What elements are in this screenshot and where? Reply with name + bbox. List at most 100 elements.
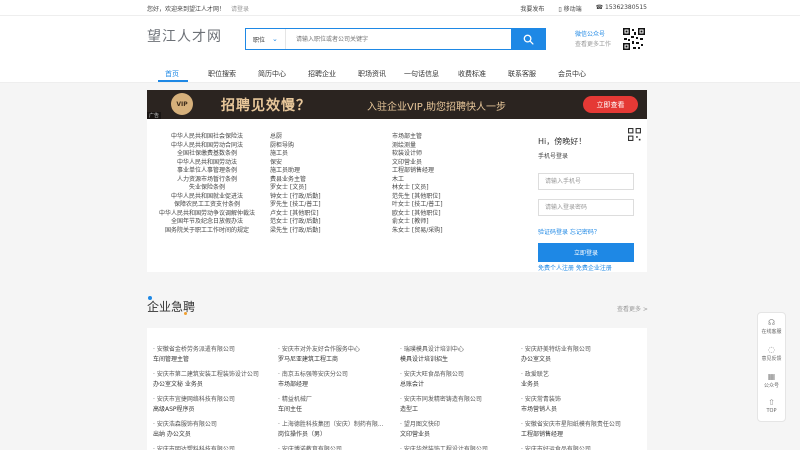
login-button[interactable]: 立即登录	[538, 243, 634, 262]
nav-companies[interactable]: 招聘企业	[308, 69, 336, 79]
nav-resume-center[interactable]: 简历中心	[258, 69, 286, 79]
job-card[interactable]: · 安庆市明达塑料科技有限公司	[153, 445, 235, 450]
official-account-button[interactable]: ▦ 公众号	[758, 372, 785, 389]
job-position[interactable]: 出纳 办公文员	[153, 430, 217, 440]
login-link[interactable]: 请登录	[231, 6, 249, 13]
job-link[interactable]: 钟女士 [行政/后勤]	[270, 193, 390, 202]
job-position[interactable]: 罗马尼亚建筑工程工商	[278, 355, 360, 365]
search-input[interactable]	[286, 29, 511, 49]
nav-job-search[interactable]: 职位搜索	[208, 69, 236, 79]
job-company[interactable]: · 安徽省金桥劳务派遣有限公司	[153, 345, 235, 355]
job-company[interactable]: · 南京五标强等安庆分公司	[278, 370, 348, 380]
job-link[interactable]: 范先生 [其他职位]	[392, 193, 512, 202]
job-link[interactable]: 厨柜导购	[270, 142, 390, 151]
job-company[interactable]: · 安庆常青装饰	[521, 395, 561, 405]
law-link[interactable]: 事业单位人事管理条例	[147, 167, 267, 176]
job-company[interactable]: · 望月图文快印	[400, 420, 440, 430]
job-company[interactable]: · 安庆舒美特纺业有限公司	[521, 345, 591, 355]
job-card[interactable]: · 安庆常青装饰 市场营销人员	[521, 395, 561, 415]
job-card[interactable]: · 安庆华然装饰工程设计有限公司	[400, 445, 488, 450]
job-link[interactable]: 费县业务主管	[270, 176, 390, 185]
site-logo[interactable]: 望江人才网	[147, 26, 222, 46]
job-link[interactable]: 罗女士 [文员]	[270, 184, 390, 193]
job-link[interactable]: 保安	[270, 159, 390, 168]
job-card[interactable]: · 安庆大旺食品有限公司 总账会计	[400, 370, 464, 390]
job-company[interactable]: · 上海德胜科技集团（安庆）制药有限...	[278, 420, 384, 430]
job-company[interactable]: · 政爱联艺	[521, 370, 549, 380]
job-link[interactable]: 测绘测量	[392, 142, 512, 151]
job-position[interactable]: 业务员	[521, 380, 549, 390]
law-link[interactable]: 中华人民共和国劳动法	[147, 159, 267, 168]
job-card[interactable]: · 精益机械厂 车间主任	[278, 395, 312, 415]
job-company[interactable]: · 瑞璞模具设计培训中心	[400, 345, 464, 355]
search-button[interactable]	[511, 29, 545, 49]
job-company[interactable]: · 精益机械厂	[278, 395, 312, 405]
job-link[interactable]: 木工	[392, 176, 512, 185]
job-position[interactable]: 市场营销人员	[521, 405, 561, 415]
job-company[interactable]: · 安庆市明达塑料科技有限公司	[153, 445, 235, 450]
job-card[interactable]: · 安徽省金桥劳务派遣有限公司 车间管理主管	[153, 345, 235, 365]
law-link[interactable]: 中华人民共和国劳动争议调解仲裁法	[147, 210, 267, 219]
job-card[interactable]: · 望月图文快印 文印营业员	[400, 420, 440, 440]
job-card[interactable]: · 安庆市对外友好合作服务中心 罗马尼亚建筑工程工商	[278, 345, 360, 365]
job-position[interactable]: 办公室文秘 业务员	[153, 380, 259, 390]
job-card[interactable]: · 政爱联艺 业务员	[521, 370, 549, 390]
law-link[interactable]: 失业保险条例	[147, 184, 267, 193]
register-links[interactable]: 免费个人注册 免费企业注册	[538, 263, 612, 272]
feedback-button[interactable]: ◌ 意见反馈	[758, 345, 785, 362]
law-link[interactable]: 国务院关于职工工作时间的规定	[147, 227, 267, 236]
job-card[interactable]: · 南京五标强等安庆分公司 市场部经理	[278, 370, 348, 390]
job-link[interactable]: 罗先生 [技工/普工]	[270, 201, 390, 210]
online-service-button[interactable]: ☊ 在线客服	[758, 318, 785, 335]
job-company[interactable]: · 安徽省安庆市星阳纸模有限责任公司	[521, 420, 621, 430]
job-position[interactable]: 造型工	[400, 405, 482, 415]
job-position[interactable]: 高级ASP程序员	[153, 405, 235, 415]
job-position[interactable]: 办公室文员	[521, 355, 591, 365]
job-link[interactable]: 俞女士 [教师]	[392, 218, 512, 227]
job-position[interactable]: 市场部经理	[278, 380, 348, 390]
phone-field[interactable]: 请输入手机号	[538, 173, 634, 190]
law-link[interactable]: 保障农民工工资支付条例	[147, 201, 267, 210]
job-position[interactable]: 车间主任	[278, 405, 312, 415]
job-card[interactable]: · 安徽省安庆市星阳纸模有限责任公司 工程部销售经理	[521, 420, 621, 440]
job-company[interactable]: · 安庆博诺教育有限公司	[278, 445, 342, 450]
law-link[interactable]: 中华人民共和国社会保险法	[147, 133, 267, 142]
nav-career-news[interactable]: 职场资讯	[358, 69, 386, 79]
nav-pricing[interactable]: 收费标准	[458, 69, 486, 79]
job-link[interactable]: 范女士 [行政/后勤]	[270, 218, 390, 227]
job-company[interactable]: · 安庆华然装饰工程设计有限公司	[400, 445, 488, 450]
law-link[interactable]: 中华人民共和国劳动合同法	[147, 142, 267, 151]
job-position[interactable]: 岗位操作员（男）	[278, 430, 384, 440]
post-job-link[interactable]: 我要发布	[520, 4, 544, 13]
job-link[interactable]: 叶女士 [技工/普工]	[392, 201, 512, 210]
phone-login-tab[interactable]: 手机号登录	[538, 151, 568, 160]
job-company[interactable]: · 安庆浩森服饰有限公司	[153, 420, 217, 430]
job-company[interactable]: · 安庆市宜捷网络科技有限公司	[153, 395, 235, 405]
nav-member-center[interactable]: 会员中心	[558, 69, 586, 79]
search-category-select[interactable]: 职位 ⌄	[246, 29, 286, 49]
job-link[interactable]: 欧女士 [其他职位]	[392, 210, 512, 219]
vip-banner[interactable]: VIP 招聘见效慢？ 入驻企业VIP,助您招聘快人一步 立即查看 广告	[147, 90, 647, 119]
job-position[interactable]: 总账会计	[400, 380, 464, 390]
job-link[interactable]: 总厨	[270, 133, 390, 142]
nav-one-line-info[interactable]: 一句话信息	[404, 69, 439, 79]
job-link[interactable]: 梁先生 [行政/后勤]	[270, 227, 390, 236]
law-link[interactable]: 全国年节及纪念日放假办法	[147, 218, 267, 227]
banner-cta-button[interactable]: 立即查看	[583, 96, 638, 113]
back-to-top-button[interactable]: ⇧ TOP	[758, 398, 785, 414]
job-card[interactable]: · 安庆市宜捷网络科技有限公司 高级ASP程序员	[153, 395, 235, 415]
alt-login-links[interactable]: 验证码登录 忘记密码？	[538, 227, 600, 236]
job-company[interactable]: · 安庆市同发精密铸造有限公司	[400, 395, 482, 405]
law-link[interactable]: 全国社保缴费基数条例	[147, 150, 267, 159]
mobile-link[interactable]: ▯ 移动端	[558, 4, 581, 13]
job-card[interactable]: · 安庆舒美特纺业有限公司 办公室文员	[521, 345, 591, 365]
job-card[interactable]: · 安庆市同发精密铸造有限公司 造型工	[400, 395, 482, 415]
job-card[interactable]: · 安庆浩森服饰有限公司 出纳 办公文员	[153, 420, 217, 440]
job-link[interactable]: 软装设计师	[392, 150, 512, 159]
job-link[interactable]: 卢女士 [其他职位]	[270, 210, 390, 219]
job-position[interactable]: 文印营业员	[400, 430, 440, 440]
job-card[interactable]: · 上海德胜科技集团（安庆）制药有限... 岗位操作员（男）	[278, 420, 384, 440]
job-company[interactable]: · 安庆市好运食品有限公司	[521, 445, 591, 450]
job-position[interactable]: 车间管理主管	[153, 355, 235, 365]
job-card[interactable]: · 瑞璞模具设计培训中心 模具设计培训招生	[400, 345, 464, 365]
